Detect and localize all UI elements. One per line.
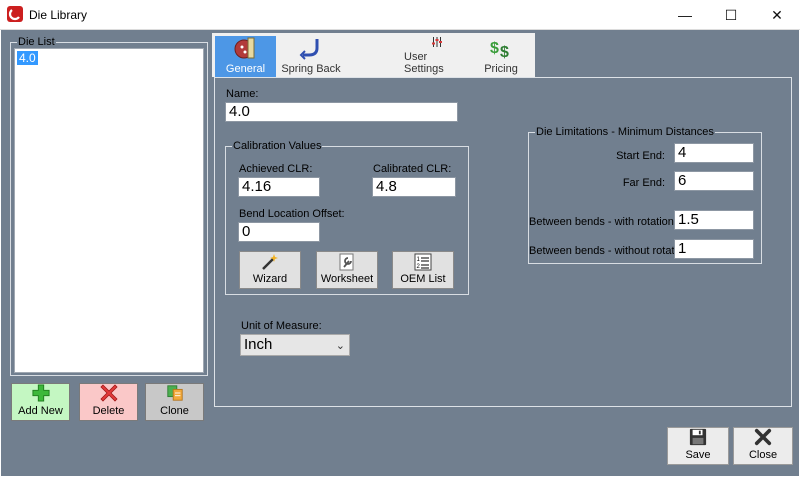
bend-offset-label: Bend Location Offset: (239, 208, 345, 220)
achieved-clr-input[interactable]: 4.16 (238, 177, 320, 197)
calibrated-clr-input[interactable]: 4.8 (372, 177, 456, 197)
tab-general[interactable]: General (215, 36, 276, 77)
svg-text:$: $ (500, 44, 509, 60)
tab-general-label: General (225, 63, 266, 75)
plus-icon (31, 384, 50, 402)
die-listbox[interactable]: 4.0 (14, 48, 204, 373)
far-end-label: Far End: (622, 177, 665, 189)
dollar-icon: $ $ (490, 40, 509, 60)
save-label: Save (685, 449, 711, 461)
close-button[interactable]: Close (733, 427, 793, 465)
worksheet-button[interactable]: Worksheet (316, 251, 378, 289)
window-client: Die List 4.0 Add New Delete Clone Genera… (1, 30, 799, 476)
numbered-list-icon: 1 2 (414, 253, 432, 271)
close-x-icon (754, 428, 772, 446)
delete-label: Delete (92, 405, 125, 417)
delete-button[interactable]: Delete (79, 383, 138, 421)
save-button[interactable]: Save (667, 427, 729, 465)
die-limitations-group: Die Limitations - Minimum Distances Star… (528, 126, 762, 264)
tab-spring-back[interactable]: Spring Back (278, 36, 344, 77)
with-rotation-input[interactable]: 1.5 (674, 210, 754, 230)
title-bar: Die Library — ☐ ✕ (0, 0, 800, 30)
magic-wand-icon (262, 254, 278, 270)
start-end-input[interactable]: 4 (674, 143, 754, 163)
unit-of-measure-select[interactable]: Inch ⌄ (240, 334, 350, 356)
calibrated-clr-label: Calibrated CLR: (373, 163, 452, 175)
tab-pricing-label: Pricing (484, 63, 518, 75)
die-list-group: Die List 4.0 (10, 36, 208, 376)
app-logo-icon (7, 6, 23, 22)
maximize-button[interactable]: ☐ (708, 0, 754, 30)
delete-x-icon (99, 384, 118, 402)
clone-documents-icon (166, 385, 183, 401)
tab-user-settings-label: User Settings (404, 51, 444, 75)
tab-strip: General Spring Back User Settings $ $ Pr… (212, 33, 535, 77)
die-shape-icon (234, 37, 254, 59)
oem-list-button[interactable]: 1 2 OEM List (392, 251, 454, 289)
svg-text:$: $ (490, 40, 499, 57)
tab-user-settings[interactable]: User Settings (404, 36, 470, 77)
clone-label: Clone (160, 405, 189, 417)
achieved-clr-label: Achieved CLR: (239, 163, 313, 175)
far-end-input[interactable]: 6 (674, 171, 754, 191)
die-list-item[interactable]: 4.0 (17, 51, 38, 65)
window-title: Die Library (29, 8, 88, 22)
with-rotation-label: Between bends - with rotation: (529, 216, 677, 228)
wizard-label: Wizard (252, 273, 288, 285)
worksheet-wrench-icon (339, 253, 354, 271)
start-end-label: Start End: (616, 150, 665, 162)
die-list-group-title: Die List (17, 36, 56, 48)
die-limitations-group-title: Die Limitations - Minimum Distances (535, 126, 715, 138)
close-icon: ✕ (771, 6, 783, 23)
calibration-group-title: Calibration Values (232, 140, 323, 152)
without-rotation-label: Between bends - without rotation: (529, 245, 693, 257)
name-input[interactable]: 4.0 (225, 102, 458, 122)
close-label: Close (748, 449, 778, 461)
worksheet-label: Worksheet (320, 273, 374, 285)
sliders-icon (432, 37, 442, 47)
close-window-button[interactable]: ✕ (754, 0, 800, 30)
clone-button[interactable]: Clone (145, 383, 204, 421)
unit-of-measure-label: Unit of Measure: (241, 320, 322, 332)
maximize-icon: ☐ (724, 6, 738, 23)
oem-list-label: OEM List (400, 273, 446, 285)
without-rotation-input[interactable]: 1 (674, 239, 754, 259)
floppy-disk-icon (689, 428, 707, 446)
calibration-group: Calibration Values Achieved CLR: 4.16 Ca… (225, 140, 469, 295)
add-new-button[interactable]: Add New (11, 383, 70, 421)
tab-spring-back-label: Spring Back (281, 63, 341, 75)
minimize-button[interactable]: — (662, 0, 708, 30)
name-label: Name: (226, 88, 259, 100)
tab-pricing[interactable]: $ $ Pricing (472, 36, 530, 77)
minimize-icon: — (678, 7, 692, 23)
add-new-label: Add New (18, 405, 63, 417)
bend-offset-input[interactable]: 0 (238, 222, 320, 242)
bend-arrow-icon (299, 39, 319, 60)
chevron-down-icon: ⌄ (335, 340, 345, 352)
general-panel: Name: 4.0 Calibration Values Achieved CL… (214, 77, 792, 407)
wizard-button[interactable]: Wizard (239, 251, 301, 289)
unit-of-measure-value: Inch (244, 336, 273, 353)
